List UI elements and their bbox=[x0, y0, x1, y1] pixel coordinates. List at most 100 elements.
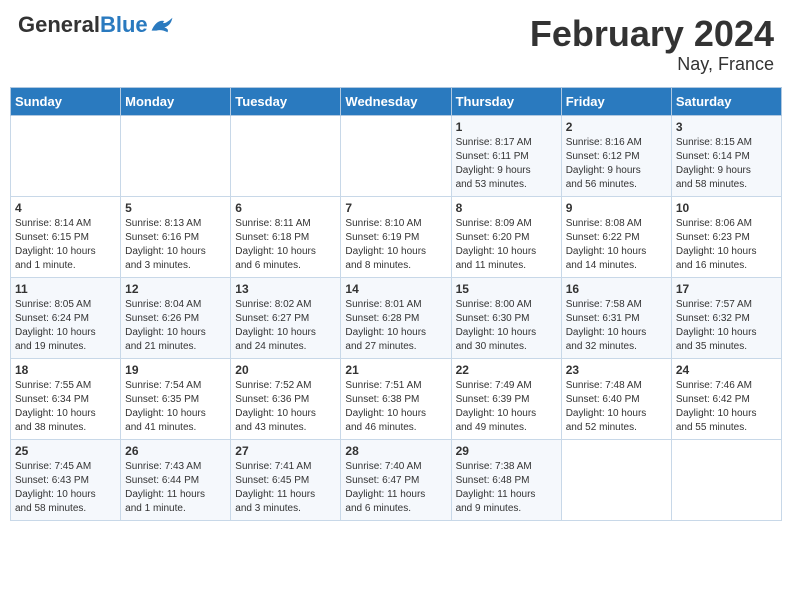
calendar-cell: 14Sunrise: 8:01 AM Sunset: 6:28 PM Dayli… bbox=[341, 277, 451, 358]
day-header-wednesday: Wednesday bbox=[341, 87, 451, 115]
calendar-cell bbox=[341, 115, 451, 196]
day-header-monday: Monday bbox=[121, 87, 231, 115]
calendar-cell: 22 Sunrise: 7:49 AM Sunset: 6:39 PM Dayli… bbox=[451, 358, 561, 439]
calendar-cell: 25 Sunrise: 7:45 AM Sunset: 6:43 PM Dayli… bbox=[11, 439, 121, 520]
calendar-table: SundayMondayTuesdayWednesdayThursdayFrid… bbox=[10, 87, 782, 521]
day-info: Sunrise: 7:45 AM Sunset: 6:43 PM Dayligh… bbox=[15, 460, 116, 516]
calendar-cell: 17 Sunrise: 7:57 AM Sunset: 6:32 PM Dayli… bbox=[671, 277, 781, 358]
week-row-3: 11 Sunrise: 8:05 AM Sunset: 6:24 PM Dayli… bbox=[11, 277, 782, 358]
day-info: Sunrise: 8:17 AM Sunset: 6:11 PM Dayligh… bbox=[456, 136, 557, 192]
day-number: 4 bbox=[15, 201, 116, 215]
calendar-cell: 12 Sunrise: 8:04 AM Sunset: 6:26 PM Dayli… bbox=[121, 277, 231, 358]
day-info: Sunrise: 7:51 AM Sunset: 6:38 PM Dayligh… bbox=[345, 379, 446, 435]
calendar-cell: 15 Sunrise: 8:00 AM Sunset: 6:30 PM Dayli… bbox=[451, 277, 561, 358]
day-info: Sunrise: 7:49 AM Sunset: 6:39 PM Dayligh… bbox=[456, 379, 557, 435]
day-number: 17 bbox=[676, 282, 777, 296]
day-number: 25 bbox=[15, 444, 116, 458]
calendar-cell: 6Sunrise: 8:11 AM Sunset: 6:18 PM Daylig… bbox=[231, 196, 341, 277]
calendar-cell: 1 Sunrise: 8:17 AM Sunset: 6:11 PM Daylig… bbox=[451, 115, 561, 196]
day-number: 22 bbox=[456, 363, 557, 377]
location: Nay, France bbox=[530, 54, 774, 75]
day-info: Sunrise: 8:05 AM Sunset: 6:24 PM Dayligh… bbox=[15, 298, 116, 354]
day-info: Sunrise: 7:48 AM Sunset: 6:40 PM Dayligh… bbox=[566, 379, 667, 435]
day-number: 9 bbox=[566, 201, 667, 215]
week-row-4: 18 Sunrise: 7:55 AM Sunset: 6:34 PM Dayli… bbox=[11, 358, 782, 439]
calendar-cell: 26Sunrise: 7:43 AM Sunset: 6:44 PM Dayli… bbox=[121, 439, 231, 520]
title-area: February 2024 Nay, France bbox=[530, 14, 774, 75]
logo: General Blue bbox=[18, 14, 174, 36]
day-number: 15 bbox=[456, 282, 557, 296]
week-row-1: 1 Sunrise: 8:17 AM Sunset: 6:11 PM Daylig… bbox=[11, 115, 782, 196]
day-info: Sunrise: 7:57 AM Sunset: 6:32 PM Dayligh… bbox=[676, 298, 777, 354]
header-row: SundayMondayTuesdayWednesdayThursdayFrid… bbox=[11, 87, 782, 115]
calendar-cell bbox=[671, 439, 781, 520]
calendar-cell: 23 Sunrise: 7:48 AM Sunset: 6:40 PM Dayli… bbox=[561, 358, 671, 439]
day-header-friday: Friday bbox=[561, 87, 671, 115]
day-number: 26 bbox=[125, 444, 226, 458]
calendar-cell: 20 Sunrise: 7:52 AM Sunset: 6:36 PM Dayli… bbox=[231, 358, 341, 439]
day-number: 18 bbox=[15, 363, 116, 377]
day-number: 28 bbox=[345, 444, 446, 458]
day-info: Sunrise: 8:01 AM Sunset: 6:28 PM Dayligh… bbox=[345, 298, 446, 354]
calendar-cell: 9 Sunrise: 8:08 AM Sunset: 6:22 PM Daylig… bbox=[561, 196, 671, 277]
day-number: 20 bbox=[235, 363, 336, 377]
day-info: Sunrise: 7:38 AM Sunset: 6:48 PM Dayligh… bbox=[456, 460, 557, 516]
day-info: Sunrise: 8:10 AM Sunset: 6:19 PM Dayligh… bbox=[345, 217, 446, 273]
day-number: 8 bbox=[456, 201, 557, 215]
calendar-cell bbox=[121, 115, 231, 196]
day-number: 12 bbox=[125, 282, 226, 296]
day-info: Sunrise: 7:41 AM Sunset: 6:45 PM Dayligh… bbox=[235, 460, 336, 516]
day-number: 5 bbox=[125, 201, 226, 215]
calendar-cell: 5 Sunrise: 8:13 AM Sunset: 6:16 PM Daylig… bbox=[121, 196, 231, 277]
day-info: Sunrise: 7:58 AM Sunset: 6:31 PM Dayligh… bbox=[566, 298, 667, 354]
header: General Blue February 2024 Nay, France bbox=[10, 10, 782, 79]
day-number: 11 bbox=[15, 282, 116, 296]
day-info: Sunrise: 8:13 AM Sunset: 6:16 PM Dayligh… bbox=[125, 217, 226, 273]
day-number: 3 bbox=[676, 120, 777, 134]
calendar-cell: 24 Sunrise: 7:46 AM Sunset: 6:42 PM Dayli… bbox=[671, 358, 781, 439]
day-number: 29 bbox=[456, 444, 557, 458]
day-info: Sunrise: 8:16 AM Sunset: 6:12 PM Dayligh… bbox=[566, 136, 667, 192]
day-info: Sunrise: 7:55 AM Sunset: 6:34 PM Dayligh… bbox=[15, 379, 116, 435]
day-info: Sunrise: 8:14 AM Sunset: 6:15 PM Dayligh… bbox=[15, 217, 116, 273]
day-info: Sunrise: 7:52 AM Sunset: 6:36 PM Dayligh… bbox=[235, 379, 336, 435]
day-header-thursday: Thursday bbox=[451, 87, 561, 115]
calendar-cell bbox=[561, 439, 671, 520]
day-info: Sunrise: 8:08 AM Sunset: 6:22 PM Dayligh… bbox=[566, 217, 667, 273]
calendar-cell: 27 Sunrise: 7:41 AM Sunset: 6:45 PM Dayli… bbox=[231, 439, 341, 520]
day-info: Sunrise: 7:40 AM Sunset: 6:47 PM Dayligh… bbox=[345, 460, 446, 516]
logo-blue: Blue bbox=[100, 14, 148, 36]
calendar-cell: 8 Sunrise: 8:09 AM Sunset: 6:20 PM Daylig… bbox=[451, 196, 561, 277]
day-info: Sunrise: 8:06 AM Sunset: 6:23 PM Dayligh… bbox=[676, 217, 777, 273]
day-info: Sunrise: 7:46 AM Sunset: 6:42 PM Dayligh… bbox=[676, 379, 777, 435]
day-number: 16 bbox=[566, 282, 667, 296]
day-number: 19 bbox=[125, 363, 226, 377]
day-number: 6 bbox=[235, 201, 336, 215]
calendar-cell: 13 Sunrise: 8:02 AM Sunset: 6:27 PM Dayli… bbox=[231, 277, 341, 358]
calendar-cell bbox=[231, 115, 341, 196]
day-info: Sunrise: 8:02 AM Sunset: 6:27 PM Dayligh… bbox=[235, 298, 336, 354]
logo-bird-icon bbox=[150, 16, 174, 34]
calendar-cell: 18 Sunrise: 7:55 AM Sunset: 6:34 PM Dayli… bbox=[11, 358, 121, 439]
calendar-cell: 2 Sunrise: 8:16 AM Sunset: 6:12 PM Daylig… bbox=[561, 115, 671, 196]
day-number: 24 bbox=[676, 363, 777, 377]
calendar-cell: 7 Sunrise: 8:10 AM Sunset: 6:19 PM Daylig… bbox=[341, 196, 451, 277]
day-number: 7 bbox=[345, 201, 446, 215]
day-info: Sunrise: 8:04 AM Sunset: 6:26 PM Dayligh… bbox=[125, 298, 226, 354]
day-info: Sunrise: 7:54 AM Sunset: 6:35 PM Dayligh… bbox=[125, 379, 226, 435]
day-info: Sunrise: 8:09 AM Sunset: 6:20 PM Dayligh… bbox=[456, 217, 557, 273]
calendar-cell: 4 Sunrise: 8:14 AM Sunset: 6:15 PM Daylig… bbox=[11, 196, 121, 277]
day-number: 23 bbox=[566, 363, 667, 377]
calendar-cell: 28 Sunrise: 7:40 AM Sunset: 6:47 PM Dayli… bbox=[341, 439, 451, 520]
day-number: 27 bbox=[235, 444, 336, 458]
month-year: February 2024 bbox=[530, 14, 774, 54]
calendar-cell: 10Sunrise: 8:06 AM Sunset: 6:23 PM Dayli… bbox=[671, 196, 781, 277]
week-row-2: 4 Sunrise: 8:14 AM Sunset: 6:15 PM Daylig… bbox=[11, 196, 782, 277]
calendar-cell: 19 Sunrise: 7:54 AM Sunset: 6:35 PM Dayli… bbox=[121, 358, 231, 439]
day-header-tuesday: Tuesday bbox=[231, 87, 341, 115]
day-number: 2 bbox=[566, 120, 667, 134]
day-info: Sunrise: 8:00 AM Sunset: 6:30 PM Dayligh… bbox=[456, 298, 557, 354]
day-number: 13 bbox=[235, 282, 336, 296]
calendar-cell bbox=[11, 115, 121, 196]
day-number: 1 bbox=[456, 120, 557, 134]
